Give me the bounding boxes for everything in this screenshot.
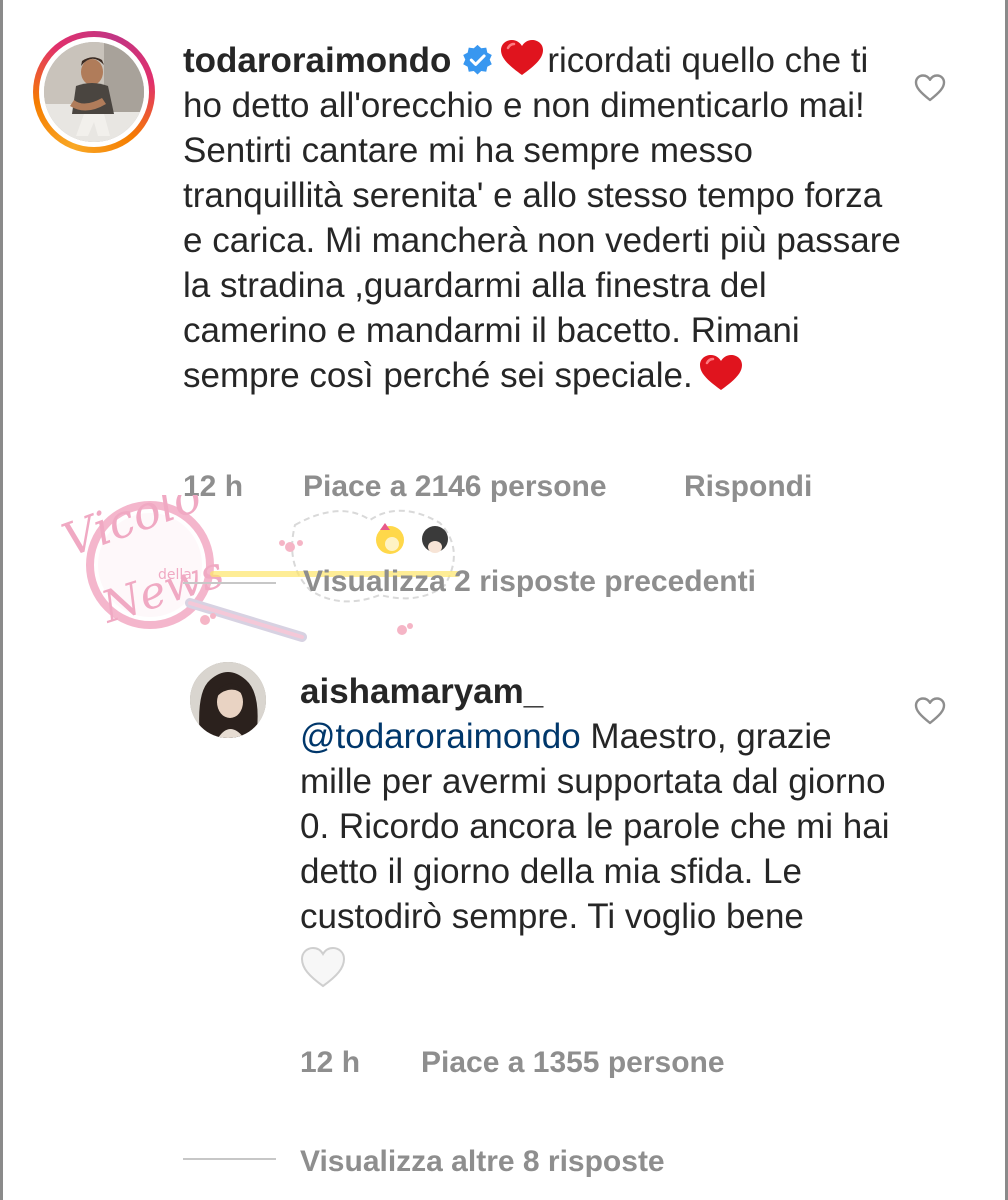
reply-like-count[interactable]: Piace a 1355 persone [421,1046,725,1080]
white-heart-emoji [300,946,346,988]
mention-link[interactable]: @todaroraimondo [300,717,581,756]
heart-outline-icon[interactable] [914,696,946,726]
reply-avatar[interactable] [190,662,266,738]
reply-username[interactable]: aishamaryam_ [300,672,543,711]
red-heart-emoji [699,355,742,390]
reply-body: aishamaryam_ @todaroraimondo Maestro, gr… [300,669,900,989]
reply-button[interactable]: Rispondi [684,470,812,504]
comment-text: ricordati quello che ti ho detto all'ore… [183,41,901,395]
comment-username[interactable]: todaroraimondo [183,41,451,80]
heart-outline-icon[interactable] [914,73,946,103]
view-previous-replies-link[interactable]: Visualizza 2 risposte precedenti [303,565,756,599]
view-more-replies-link[interactable]: Visualizza altre 8 risposte [300,1145,665,1179]
comment-body: todaroraimondo ricordati quello che ti h… [183,38,903,398]
left-border [0,0,3,1200]
reply-meta-row: 12 h Piace a 1355 persone [0,1046,1008,1086]
reply-timestamp: 12 h [300,1046,361,1079]
story-ring-avatar[interactable] [33,31,155,153]
thread-divider [183,1158,276,1160]
thread-divider [183,582,276,584]
verified-badge-icon [463,44,493,75]
red-heart-emoji [501,40,544,75]
avatar [44,42,144,142]
